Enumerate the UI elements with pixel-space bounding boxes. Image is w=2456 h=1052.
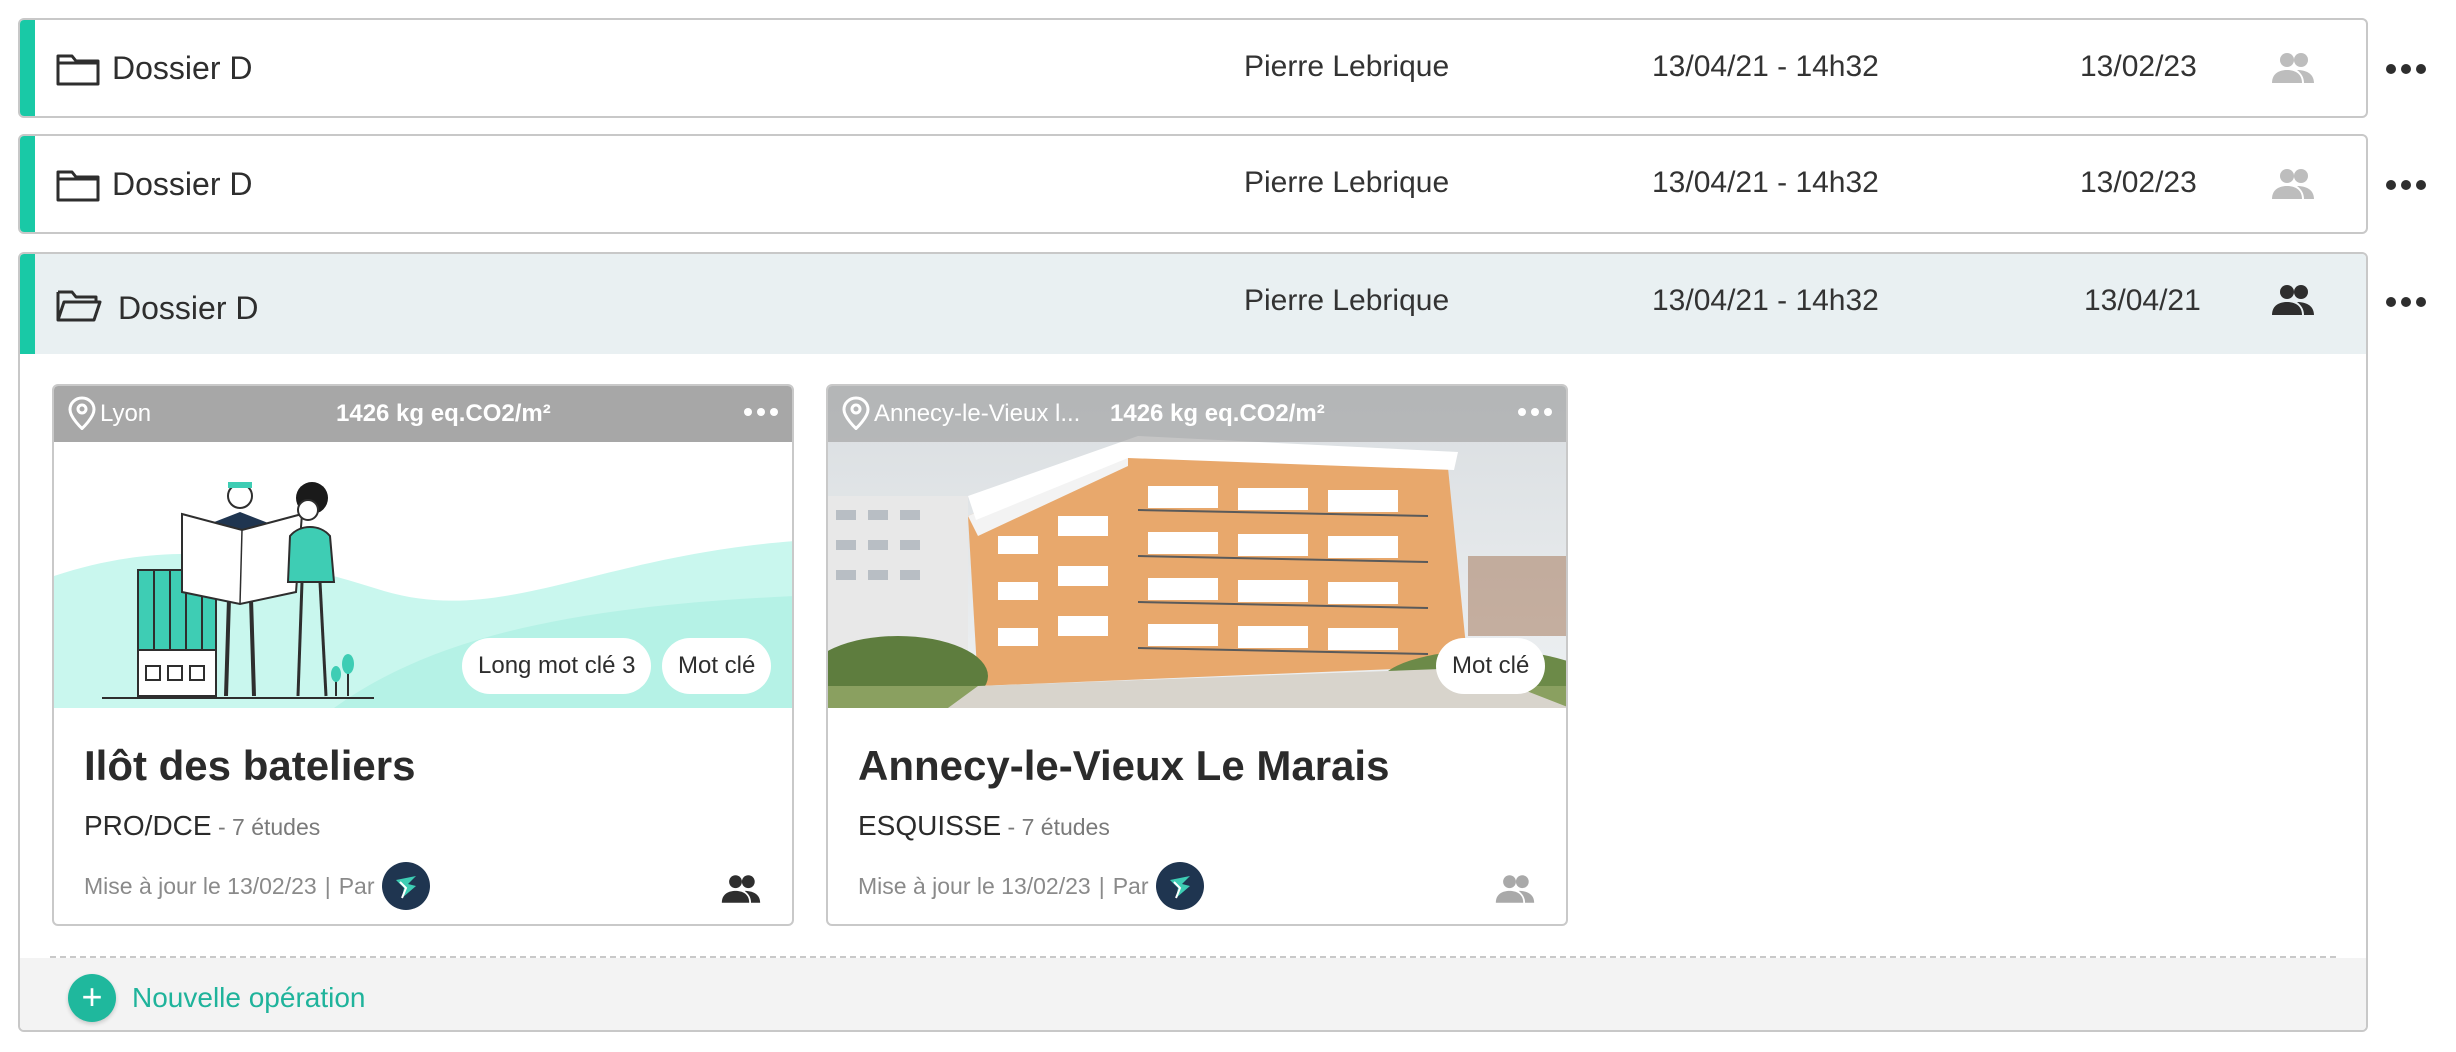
folder-more-button[interactable]: [2386, 178, 2426, 192]
folder-more-button[interactable]: [2386, 295, 2426, 309]
location-pin-icon: [842, 396, 870, 430]
card-co2-value: 1426 kg eq.CO2/m²: [1110, 400, 1325, 427]
card-meta: Mise à jour le 13/02/23 | Par: [858, 862, 1205, 910]
add-operation-button[interactable]: +: [68, 974, 116, 1022]
card-author-label: Par: [1112, 872, 1149, 899]
folder-more-button[interactable]: [2386, 62, 2426, 76]
folder-row[interactable]: Dossier D Pierre Lebrique 13/04/21 - 14h…: [18, 134, 2368, 234]
tag-chip[interactable]: Mot clé: [1436, 638, 1546, 694]
folder-created-date: 13/04/21 - 14h32: [1652, 284, 1879, 317]
card-updated-text: Mise à jour le 13/02/23: [858, 872, 1091, 899]
card-header-bar: Annecy-le-Vieux l... 1426 kg eq.CO2/m²: [828, 386, 1566, 442]
people-icon: [1495, 875, 1535, 903]
card-co2-value: 1426 kg eq.CO2/m²: [336, 400, 551, 427]
card-more-button[interactable]: [744, 408, 778, 418]
folder-icon: [56, 170, 100, 202]
operation-card[interactable]: Lyon 1426 kg eq.CO2/m² Long mot clé 3 Mo…: [52, 384, 794, 926]
hummingbird-logo-icon: [1170, 876, 1191, 899]
folder-name: Dossier D: [112, 50, 253, 86]
folder-created-date: 13/04/21 - 14h32: [1652, 166, 1879, 199]
tag-chip[interactable]: Mot clé: [662, 638, 772, 694]
folder-icon: [56, 54, 100, 86]
folder-open-icon: [56, 290, 102, 322]
folder-name: Dossier D: [112, 166, 253, 202]
card-title[interactable]: Annecy-le-Vieux Le Marais: [858, 742, 1389, 790]
card-meta: Mise à jour le 13/02/23 | Par: [84, 862, 431, 910]
card-phase: ESQUISSE - 7 études: [858, 810, 1110, 842]
hummingbird-logo-icon: [396, 876, 417, 899]
card-header-bar: Lyon 1426 kg eq.CO2/m²: [54, 386, 792, 442]
row-accent-bar: [20, 20, 35, 116]
card-location: Annecy-le-Vieux l...: [874, 400, 1081, 427]
folder-row[interactable]: Dossier D Pierre Lebrique 13/04/21 - 14h…: [18, 18, 2368, 118]
folder-name: Dossier D: [118, 290, 259, 326]
meta-separator: |: [324, 872, 331, 899]
operation-card[interactable]: Annecy-le-Vieux l... 1426 kg eq.CO2/m² M…: [826, 384, 1568, 926]
card-studies-count: - 7 études: [1001, 814, 1110, 840]
add-operation-label[interactable]: Nouvelle opération: [132, 982, 366, 1014]
card-phase-label: PRO/DCE: [84, 810, 212, 841]
card-phase: PRO/DCE - 7 études: [84, 810, 320, 842]
folder-row-open[interactable]: Dossier D Pierre Lebrique 13/04/21 - 14h…: [20, 254, 2366, 354]
folder-created-date: 13/04/21 - 14h32: [1652, 50, 1879, 83]
people-icon: [721, 875, 761, 903]
meta-separator: |: [1098, 872, 1105, 899]
card-author-label: Par: [338, 872, 375, 899]
folder-updated-date: 13/02/23: [2080, 50, 2197, 83]
card-phase-label: ESQUISSE: [858, 810, 1002, 841]
avatar[interactable]: [382, 862, 431, 910]
card-updated-text: Mise à jour le 13/02/23: [84, 872, 317, 899]
folder-owner: Pierre Lebrique: [1244, 166, 1450, 199]
folder-owner: Pierre Lebrique: [1244, 50, 1450, 83]
folder-updated-date: 13/02/23: [2080, 166, 2197, 199]
add-operation-bar: + Nouvelle opération: [20, 958, 2366, 1030]
location-pin-icon: [68, 396, 96, 430]
card-title[interactable]: Ilôt des bateliers: [84, 742, 415, 790]
avatar[interactable]: [1156, 862, 1205, 910]
card-studies-count: - 7 études: [211, 814, 321, 840]
card-location: Lyon: [100, 400, 152, 427]
people-icon: [2272, 169, 2314, 199]
people-icon: [2272, 285, 2314, 315]
row-accent-bar: [20, 254, 35, 354]
folder-owner: Pierre Lebrique: [1244, 284, 1450, 317]
row-accent-bar: [20, 136, 35, 232]
tag-chip[interactable]: Long mot clé 3: [462, 638, 652, 694]
people-icon: [2272, 53, 2314, 83]
folder-updated-date: 13/04/21: [2084, 284, 2201, 317]
folder-expanded-group: Dossier D Pierre Lebrique 13/04/21 - 14h…: [18, 252, 2368, 1032]
card-more-button[interactable]: [1518, 408, 1552, 418]
